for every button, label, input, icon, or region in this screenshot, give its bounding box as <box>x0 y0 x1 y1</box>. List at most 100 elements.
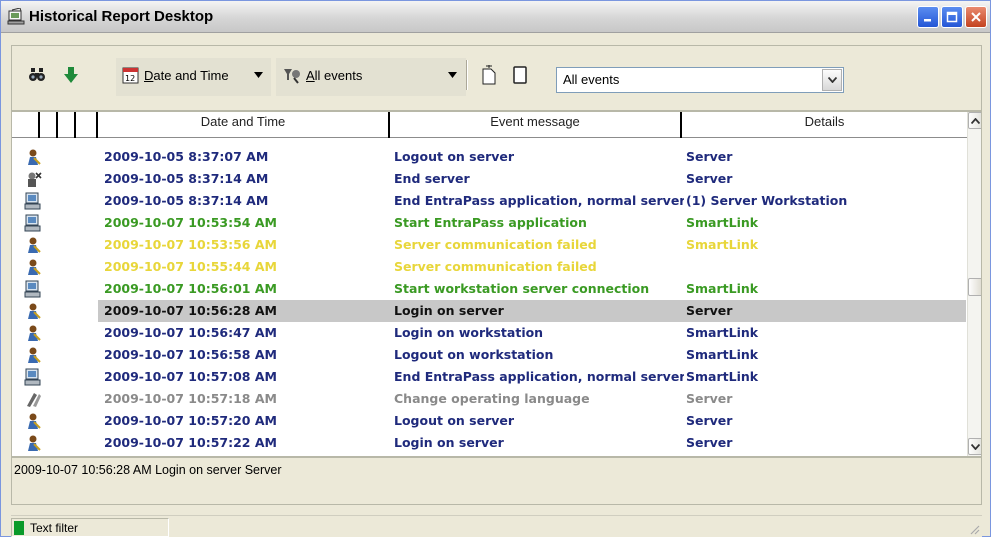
find-button[interactable] <box>28 62 48 88</box>
cell-event-message: Logout on server <box>394 149 515 164</box>
sort-field-dropdown[interactable] <box>254 62 263 88</box>
column-header-event-message[interactable]: Event message <box>390 112 680 138</box>
user-key-icon <box>28 325 41 341</box>
table-row[interactable]: 2009-10-05 8:37:14 AM End EntraPass appli… <box>12 190 967 212</box>
column-divider[interactable] <box>74 112 76 138</box>
cell-event-message: Server communication failed <box>394 237 597 252</box>
cell-date: 2009-10-05 8:37:07 AM <box>104 149 269 164</box>
table-row[interactable]: 2009-10-07 10:53:54 AM Start EntraPass ap… <box>12 212 967 234</box>
vertical-scrollbar[interactable] <box>967 112 981 456</box>
cell-event-message: Change operating language <box>394 391 590 406</box>
cell-details: (1) Server Workstation <box>686 193 848 208</box>
cell-date: 2009-10-07 10:57:22 AM <box>104 435 277 450</box>
resize-grip-icon[interactable] <box>968 523 980 535</box>
blank-page-button[interactable] <box>512 62 528 88</box>
cell-details: SmartLink <box>686 281 759 296</box>
event-grid[interactable]: Date and Time Event message Details 2009… <box>11 111 982 457</box>
cell-date: 2009-10-07 10:53:56 AM <box>104 237 277 252</box>
user-key-icon <box>28 303 41 319</box>
cell-details: Server <box>686 413 733 428</box>
cell-details: SmartLink <box>686 347 759 362</box>
binoculars-icon <box>29 68 45 81</box>
chevron-up-icon <box>971 117 980 124</box>
scroll-up-button[interactable] <box>968 112 981 129</box>
cell-date: 2009-10-07 10:57:08 AM <box>104 369 277 384</box>
toolbar: 12 Date and Time All events All events <box>18 58 844 96</box>
event-filter-button[interactable]: All events <box>282 62 362 88</box>
cell-date: 2009-10-07 10:55:44 AM <box>104 259 277 274</box>
column-divider[interactable] <box>38 112 40 138</box>
table-row[interactable]: 2009-10-07 10:57:22 AM Login on server Ser… <box>12 432 967 454</box>
table-row[interactable]: 2009-10-05 8:37:07 AM Logout on server Ser… <box>12 146 967 168</box>
move-down-button[interactable] <box>62 62 80 88</box>
table-row[interactable]: 2009-10-07 10:56:28 AM Login on server Ser… <box>12 300 967 322</box>
scroll-thumb[interactable] <box>968 278 981 296</box>
event-filter-dropdown[interactable] <box>448 62 457 88</box>
column-divider[interactable] <box>56 112 58 138</box>
cell-details: Server <box>686 149 733 164</box>
table-row[interactable]: 2009-10-05 8:37:14 AM End server Server <box>12 168 967 190</box>
combo-dropdown-button[interactable] <box>822 69 842 91</box>
minimize-icon <box>924 19 931 22</box>
table-row[interactable]: 2009-10-07 10:55:44 AM Server communicati… <box>12 256 967 278</box>
cell-event-message: Login on server <box>394 435 504 450</box>
user-key-icon <box>28 237 41 253</box>
cell-event-message: Logout on workstation <box>394 347 554 362</box>
cell-details: Server <box>686 435 733 450</box>
table-row[interactable]: 2009-10-07 10:56:58 AM Logout on workstat… <box>12 344 967 366</box>
cell-date: 2009-10-07 10:56:47 AM <box>104 325 277 340</box>
server-stop-icon <box>28 172 42 187</box>
event-detail-text: 2009-10-07 10:56:28 AM Login on server S… <box>14 463 282 477</box>
calendar-icon: 12 <box>122 67 139 83</box>
grid-header: Date and Time Event message Details <box>12 112 967 138</box>
table-row[interactable]: 2009-10-07 10:56:47 AM Login on workstati… <box>12 322 967 344</box>
close-icon <box>971 12 981 22</box>
chevron-down-icon <box>827 77 837 83</box>
workstation-icon <box>24 214 41 232</box>
main-window: Historical Report Desktop 12 Date and Ti… <box>0 0 991 537</box>
title-bar[interactable]: Historical Report Desktop <box>1 1 990 33</box>
cell-date: 2009-10-07 10:57:18 AM <box>104 391 277 406</box>
maximize-button[interactable] <box>941 6 963 28</box>
new-document-icon <box>482 65 496 85</box>
scroll-down-button[interactable] <box>968 438 981 455</box>
cell-date: 2009-10-07 10:56:58 AM <box>104 347 277 362</box>
status-filter-text: Text filter <box>30 521 79 535</box>
user-key-icon <box>28 149 41 165</box>
column-header-date[interactable]: Date and Time <box>98 112 388 138</box>
cell-date: 2009-10-05 8:37:14 AM <box>104 193 269 208</box>
event-detail-pane: 2009-10-07 10:56:28 AM Login on server S… <box>11 457 982 505</box>
cell-details: Server <box>686 303 733 318</box>
cell-event-message: Start EntraPass application <box>394 215 587 230</box>
cell-date: 2009-10-07 10:53:54 AM <box>104 215 277 230</box>
close-button[interactable] <box>965 6 987 28</box>
cell-event-message: End EntraPass application, normal server… <box>394 193 684 208</box>
workstation-icon <box>24 368 41 386</box>
cell-details: Server <box>686 171 733 186</box>
cell-event-message: Login on server <box>394 303 504 318</box>
workstation-icon <box>24 280 41 298</box>
new-report-button[interactable] <box>480 62 498 88</box>
workstation-icon <box>24 192 41 210</box>
cell-event-message: Start workstation server connection <box>394 281 650 296</box>
cell-date: 2009-10-07 10:56:01 AM <box>104 281 277 296</box>
table-row[interactable]: 2009-10-07 10:57:08 AM End EntraPass appl… <box>12 366 967 388</box>
table-row[interactable]: 2009-10-07 10:57:20 AM Logout on server Se… <box>12 410 967 432</box>
table-row[interactable]: 2009-10-07 10:57:18 AM Change operating l… <box>12 388 967 410</box>
chevron-down-icon <box>971 443 980 450</box>
sort-field-label: Date and Time <box>144 67 229 83</box>
cell-event-message: End EntraPass application, normal server… <box>394 369 684 384</box>
event-filter-combo[interactable]: All events <box>556 67 844 93</box>
cell-date: 2009-10-07 10:57:20 AM <box>104 413 277 428</box>
sort-field-button[interactable]: 12 Date and Time <box>122 62 229 88</box>
minimize-button[interactable] <box>917 6 939 28</box>
column-header-details[interactable]: Details <box>682 112 967 138</box>
cell-details: Server <box>686 391 733 406</box>
user-key-icon <box>28 259 41 275</box>
triangle-down-icon <box>448 72 457 78</box>
arrow-down-icon <box>64 67 78 83</box>
table-row[interactable]: 2009-10-07 10:53:56 AM Server communicati… <box>12 234 967 256</box>
table-row[interactable]: 2009-10-07 10:56:01 AM Start workstation … <box>12 278 967 300</box>
report-desktop-icon <box>7 8 25 25</box>
svg-text:12: 12 <box>125 74 135 83</box>
